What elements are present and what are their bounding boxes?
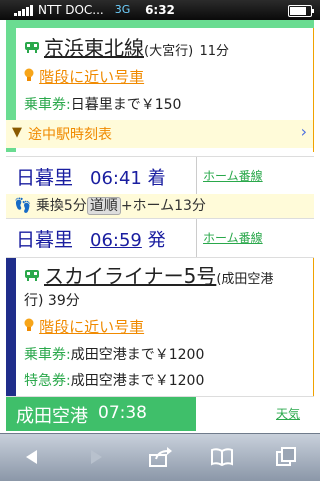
chevron-right-icon: › [300,122,307,141]
stairs-row: 階段に近い号車 [24,66,144,87]
forward-arrow-icon[interactable] [76,442,116,472]
destination-station: 成田空港 [16,406,88,427]
departure-station: 日暮里 [16,229,74,251]
segment-keihin-tohoku: 京浜東北線(大宮行) 11分 階段に近い号車 乗車券:日暮里まで￥150 ▼ 途… [6,28,314,152]
fare-row: 乗車券:成田空港まで￥1200 [24,344,204,364]
departure-time: 06:59 発 [90,226,166,252]
triangle-down-icon: ▼ [12,125,22,140]
fare-row: 乗車券:日暮里まで￥150 [24,94,181,114]
arrival-station: 日暮里 [16,167,74,189]
arrival-row: 日暮里 06:41 着 ホーム番線 [6,156,314,196]
lightbulb-icon [24,68,34,81]
browser-toolbar [0,433,320,481]
stairs-link[interactable]: 階段に近い号車 [39,318,144,336]
transfer-platform-text: +ホーム13分 [120,198,206,214]
destination-banner: 成田空港 07:38 [6,397,196,431]
destination-time: 07:38 [98,403,147,423]
transfer-text: 乗換5分 [35,198,87,214]
segment-top-strip [6,20,314,28]
battery-icon [288,5,314,17]
pages-icon[interactable] [266,442,306,472]
departure-platform-link[interactable]: ホーム番線 [196,219,320,257]
fare-value: 成田空港まで￥1200 [70,347,205,363]
line-heading: 京浜東北線(大宮行) 11分 [24,32,229,61]
line-direction: (大宮行) [144,44,194,59]
express-label: 特急券: [24,373,71,389]
stairs-row: 階段に近い号車 [24,316,144,337]
timetable-link[interactable]: 途中駅時刻表 [28,124,112,144]
express-value: 成田空港まで￥1200 [70,373,205,389]
bookmarks-icon[interactable] [202,442,242,472]
route-detail: 京浜東北線(大宮行) 11分 階段に近い号車 乗車券:日暮里まで￥150 ▼ 途… [0,20,320,433]
stairs-link[interactable]: 階段に近い号車 [39,68,144,86]
departure-row: 日暮里 06:59 発 ホーム番線 [6,218,314,258]
train-icon [25,270,39,281]
fare-label: 乗車券: [24,97,71,113]
departure-time-link[interactable]: 06:59 [90,230,142,251]
line-direction: (成田空港 [216,272,274,287]
train-icon [25,42,39,53]
express-row: 特急券:成田空港まで￥1200 [24,370,204,390]
line-direction-cont: 行) 39分 [24,290,80,310]
timetable-row[interactable]: ▼ 途中駅時刻表 › [6,120,313,148]
destination-row: 成田空港 07:38 天気 [6,396,314,431]
walking-icon: 👣 [14,198,32,214]
line-heading: スカイライナー5号(成田空港 [24,260,273,289]
segment-skyliner: スカイライナー5号(成田空港 行) 39分 階段に近い号車 乗車券:成田空港まで… [6,258,314,396]
line-name-link[interactable]: 京浜東北線 [44,36,144,60]
arrival-time: 06:41 着 [90,168,166,189]
fare-value: 日暮里まで￥150 [70,97,182,113]
line-direction-end: 行) [24,293,44,309]
line-duration: 11分 [199,44,230,59]
line-color-stripe [6,258,16,396]
arrival-platform-link[interactable]: ホーム番線 [196,157,320,195]
departure-suffix: 発 [147,230,166,251]
fare-label: 乗車券: [24,347,71,363]
lightbulb-icon [24,318,34,331]
line-duration: 39分 [47,293,80,309]
back-arrow-icon[interactable] [12,442,52,472]
share-icon[interactable] [140,442,180,472]
transfer-row: 👣 乗換5分 道順 +ホーム13分 [6,194,314,218]
weather-link[interactable]: 天気 [276,405,300,422]
status-bar: NTT DOC... 3G 6:32 [0,0,320,20]
clock: 6:32 [145,3,175,17]
line-name-link[interactable]: スカイライナー5号 [44,264,216,288]
route-guide-button[interactable]: 道順 [86,197,121,215]
